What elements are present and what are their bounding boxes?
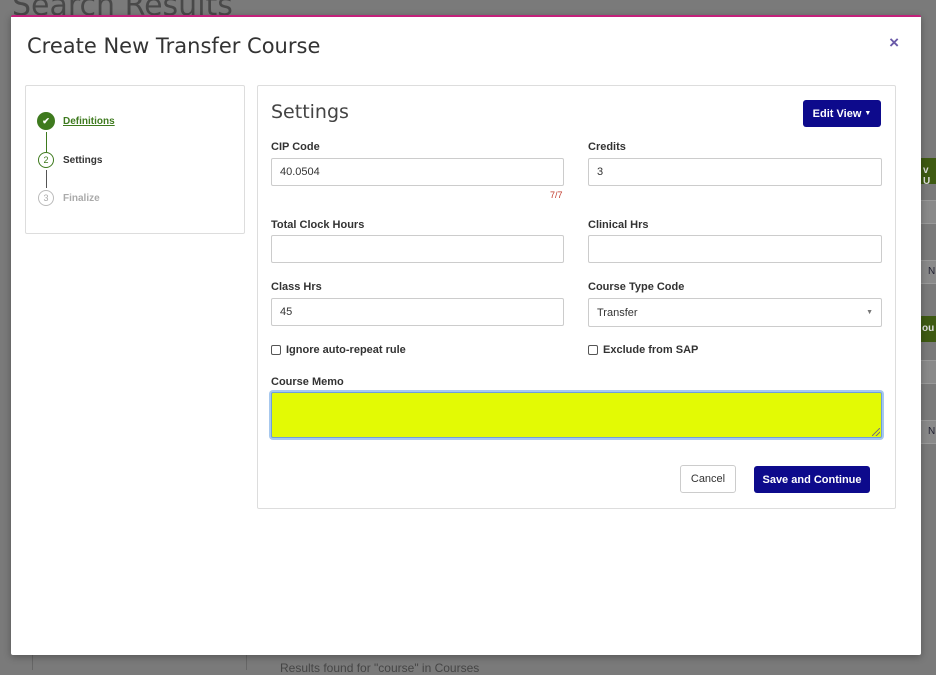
course-type-code-value: Transfer (597, 306, 638, 319)
modal-title: Create New Transfer Course (27, 34, 321, 58)
class-hrs-input[interactable] (271, 298, 564, 326)
class-hrs-label: Class Hrs (271, 281, 322, 293)
step-label: Settings (63, 154, 103, 166)
ignore-auto-repeat-label: Ignore auto-repeat rule (286, 344, 406, 356)
background-button-fragment: v U (920, 158, 936, 187)
background-row-fragment (919, 360, 936, 384)
save-and-continue-button[interactable]: Save and Continue (754, 466, 870, 493)
resize-handle-icon[interactable] (872, 428, 880, 436)
course-memo-label: Course Memo (271, 376, 344, 388)
course-memo-textarea[interactable] (271, 392, 882, 438)
step-number: 3 (38, 190, 54, 206)
caret-down-icon: ▼ (864, 110, 872, 118)
close-icon[interactable]: × (889, 33, 899, 53)
total-clock-hours-input[interactable] (271, 235, 564, 263)
step-connector (46, 132, 47, 152)
background-cell-fragment: N (919, 420, 936, 444)
step-connector (46, 170, 47, 188)
step-finalize: 3 Finalize (38, 190, 100, 206)
edit-view-button[interactable]: Edit View ▼ (803, 100, 881, 127)
course-type-code-label: Course Type Code (588, 281, 685, 293)
background-divider (32, 654, 33, 670)
background-button-fragment: ou (920, 316, 936, 342)
background-cell-fragment: N (919, 260, 936, 284)
credits-input[interactable] (588, 158, 882, 186)
chevron-down-icon: ▼ (866, 309, 873, 316)
clinical-hrs-label: Clinical Hrs (588, 219, 649, 231)
step-label[interactable]: Definitions (63, 116, 115, 127)
cip-code-label: CIP Code (271, 141, 320, 153)
ignore-auto-repeat-checkbox[interactable] (271, 345, 281, 355)
credits-label: Credits (588, 141, 626, 153)
total-clock-hours-label: Total Clock Hours (271, 219, 365, 231)
cip-code-input[interactable] (271, 158, 564, 186)
clinical-hrs-input[interactable] (588, 235, 882, 263)
cip-code-char-counter: 7/7 (550, 190, 563, 200)
course-type-code-select[interactable]: Transfer ▼ (588, 298, 882, 327)
cancel-button[interactable]: Cancel (680, 465, 736, 493)
step-number: 2 (38, 152, 54, 168)
settings-panel: Settings Edit View▼ CIP Code 7/7 Credits… (257, 85, 896, 509)
step-label: Finalize (63, 192, 100, 204)
edit-view-label: Edit View (812, 107, 862, 120)
step-definitions[interactable]: ✔ Definitions (37, 112, 115, 130)
wizard-steps-panel: ✔ Definitions 2 Settings 3 Finalize (25, 85, 245, 234)
background-row-fragment (919, 200, 936, 224)
exclude-from-sap-row: Exclude from SAP (588, 344, 698, 356)
background-divider (246, 654, 247, 670)
checkmark-icon: ✔ (37, 112, 55, 130)
create-transfer-course-modal: Create New Transfer Course × ✔ Definitio… (11, 15, 921, 655)
exclude-from-sap-checkbox[interactable] (588, 345, 598, 355)
background-results-text: Results found for "course" in Courses (280, 661, 480, 675)
panel-title: Settings (271, 101, 349, 123)
exclude-from-sap-label: Exclude from SAP (603, 344, 699, 356)
step-settings: 2 Settings (38, 152, 102, 168)
ignore-auto-repeat-row: Ignore auto-repeat rule (271, 344, 406, 356)
